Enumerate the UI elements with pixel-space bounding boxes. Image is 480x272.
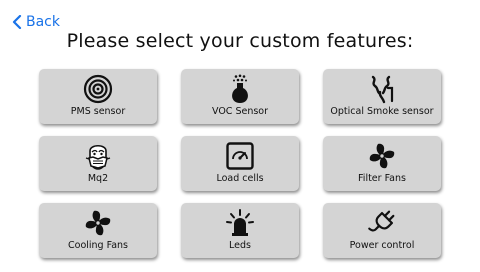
feature-label: Leds [229, 240, 251, 251]
feature-card-mq2[interactable]: Mq2 [39, 136, 157, 191]
feature-grid: PMS sensor VOC Sensor Optical Smoke sens… [39, 69, 441, 260]
fan-icon [367, 141, 397, 171]
feature-label: Optical Smoke sensor [330, 106, 434, 117]
gas-mask-icon [83, 141, 113, 171]
led-light-icon [225, 208, 255, 238]
back-label: Back [26, 14, 60, 30]
page-title: Please select your custom features: [66, 30, 414, 52]
gauge-icon [225, 141, 255, 171]
feature-card-load-cells[interactable]: Load cells [181, 136, 299, 191]
smoke-icon [367, 74, 397, 104]
feature-card-filter-fans[interactable]: Filter Fans [323, 136, 441, 191]
feature-label: Mq2 [87, 173, 109, 184]
feature-card-leds[interactable]: Leds [181, 203, 299, 258]
back-button[interactable]: Back [12, 12, 60, 32]
feature-card-voc-sensor[interactable]: VOC Sensor [181, 69, 299, 124]
feature-label: Load cells [216, 173, 264, 184]
feature-label: Filter Fans [358, 173, 406, 184]
flask-icon [225, 74, 255, 104]
feature-label: VOC Sensor [211, 106, 269, 117]
chevron-left-icon [12, 15, 22, 29]
plug-icon [367, 208, 397, 238]
feature-label: Power control [349, 240, 415, 251]
feature-label: PMS sensor [70, 106, 126, 117]
target-rings-icon [83, 74, 113, 104]
feature-label: Cooling Fans [68, 240, 128, 251]
feature-card-optical-smoke-sensor[interactable]: Optical Smoke sensor [323, 69, 441, 124]
feature-card-power-control[interactable]: Power control [323, 203, 441, 258]
feature-card-cooling-fans[interactable]: Cooling Fans [39, 203, 157, 258]
fan-icon [83, 208, 113, 238]
feature-card-pms-sensor[interactable]: PMS sensor [39, 69, 157, 124]
